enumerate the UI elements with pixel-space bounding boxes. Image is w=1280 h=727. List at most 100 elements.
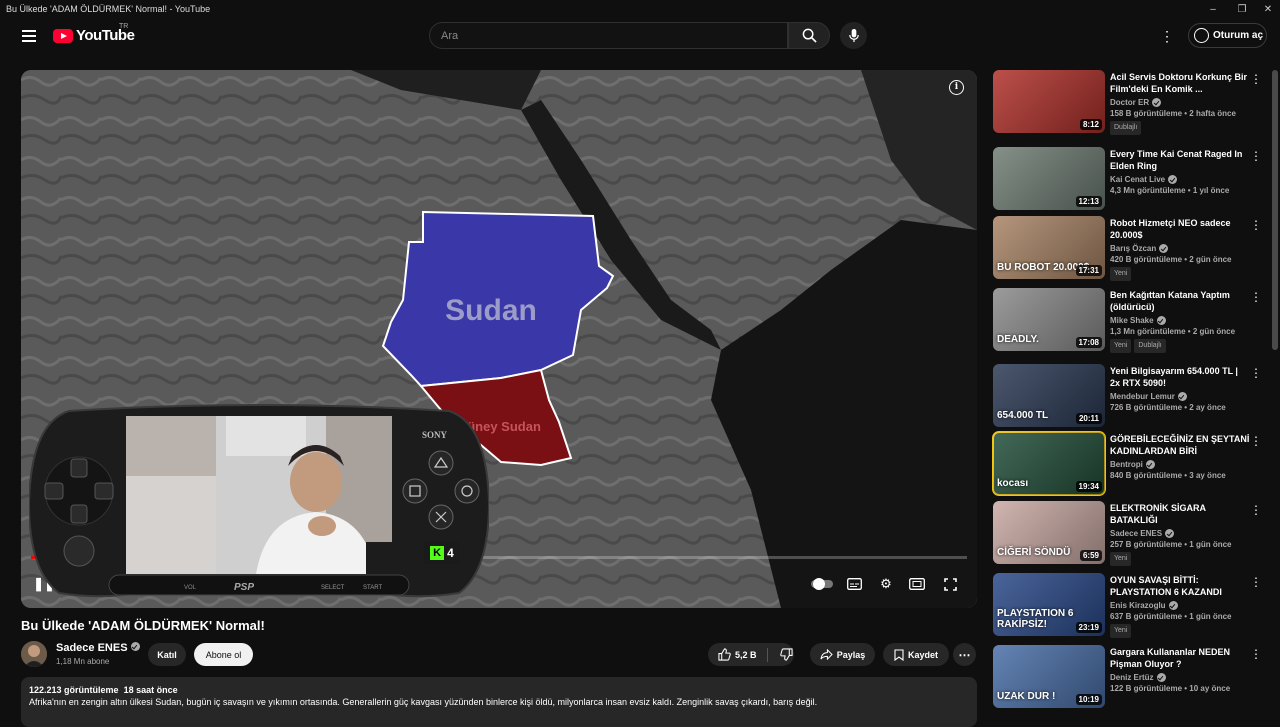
rec-duration: 19:34 (1075, 481, 1102, 492)
recommendation-item[interactable]: PLAYSTATION 6 RAKİPSİZ! 23:19 OYUN SAVAŞI … (993, 573, 1268, 639)
rec-thumbnail[interactable]: 12:13 (993, 147, 1105, 210)
rec-more-icon[interactable]: ⋮ (1250, 366, 1262, 380)
rec-thumbnail[interactable]: 654.000 TL 20:11 (993, 364, 1105, 427)
verified-icon (1168, 175, 1178, 184)
rec-age: 1 yıl önce (1192, 186, 1230, 195)
rec-meta: 257 B görüntüleme • 1 gün önce (1110, 540, 1232, 549)
rec-channel[interactable]: Kai Cenat Live (1110, 174, 1250, 185)
rec-title[interactable]: OYUN SAVAŞI BİTTİ: PLAYSTATION 6 KAZANDI (1110, 574, 1250, 598)
recommendation-item[interactable]: CİĞERİ SÖNDÜ 6:59 ELEKTRONİK SİGARA BATAKL… (993, 501, 1268, 567)
channel-avatar[interactable] (21, 641, 47, 667)
rec-channel[interactable]: Deniz Ertüz (1110, 672, 1250, 683)
menu-icon[interactable] (19, 26, 39, 46)
rec-more-icon[interactable]: ⋮ (1250, 72, 1262, 86)
rec-channel[interactable]: Bentropi (1110, 459, 1250, 470)
info-icon[interactable]: i (949, 80, 964, 95)
recommendation-item[interactable]: 12:13 Every Time Kai Cenat Raged In Elden… (993, 147, 1268, 213)
rec-thumbnail[interactable]: UZAK DUR ! 10:19 (993, 645, 1105, 708)
search-input[interactable]: Ara (429, 22, 788, 49)
share-button[interactable]: Paylaş (810, 643, 875, 666)
youtube-logo[interactable]: YouTube TR (53, 23, 135, 44)
channel-name[interactable]: Sadece ENES (56, 642, 140, 654)
rec-views: 4,3 Mn görüntüleme (1110, 186, 1186, 195)
rec-title[interactable]: Gargara Kullananlar NEDEN Pişman Oluyor … (1110, 646, 1250, 670)
rec-meta: 122 B görüntüleme • 10 ay önce (1110, 684, 1231, 693)
rec-title[interactable]: Acil Servis Doktoru Korkunç Bir Film'dek… (1110, 71, 1250, 95)
more-actions-icon[interactable]: ⋯ (953, 643, 976, 666)
rec-thumbnail[interactable]: CİĞERİ SÖNDÜ 6:59 (993, 501, 1105, 564)
rec-title[interactable]: Yeni Bilgisayarım 654.000 TL | 2x RTX 50… (1110, 365, 1250, 389)
rec-info: Ben Kağıttan Katana Yaptım (öldürücü) Mik… (1110, 289, 1250, 353)
autoplay-toggle[interactable] (810, 574, 834, 594)
settings-more-icon[interactable]: ⋮ (1160, 26, 1174, 46)
theater-mode-icon[interactable] (907, 574, 927, 594)
rec-badge: Yeni (1110, 624, 1132, 638)
rec-title[interactable]: GÖREBİLECEĞİNİZ EN ŞEYTANİ KADINLARDAN B… (1110, 433, 1250, 457)
recommendation-item[interactable]: kocası 19:34 GÖREBİLECEĞİNİZ EN ŞEYTANİ KA… (992, 431, 1268, 498)
rec-channel[interactable]: Mendebur Lemur (1110, 391, 1250, 402)
thumbnail-text: CİĞERİ SÖNDÜ (997, 547, 1071, 558)
rec-title[interactable]: Robot Hizmetçi NEO sadece 20.000$ (1110, 217, 1250, 241)
rec-more-icon[interactable]: ⋮ (1250, 149, 1262, 163)
rec-badges: Dublajlı (1110, 119, 1250, 135)
recommendation-item[interactable]: 8:12 Acil Servis Doktoru Korkunç Bir Film… (993, 70, 1268, 136)
bookmark-icon (894, 648, 904, 661)
rec-meta: 840 B görüntüleme • 3 ay önce (1110, 471, 1226, 480)
rec-title[interactable]: ELEKTRONİK SİGARA BATAKLIĞI (1110, 502, 1250, 526)
rec-badge: Yeni (1110, 339, 1132, 353)
captions-icon[interactable] (844, 574, 864, 594)
search-button[interactable] (788, 22, 830, 49)
rec-more-icon[interactable]: ⋮ (1250, 647, 1262, 661)
subscribe-button[interactable]: Abone ol (194, 643, 253, 666)
webcam-feed (126, 416, 392, 574)
rec-age: 1 gün önce (1189, 540, 1232, 549)
map-label-sudan: Sudan (445, 294, 537, 327)
youtube-play-icon (53, 28, 73, 43)
rec-channel[interactable]: Enis Kirazoglu (1110, 600, 1250, 611)
join-label: Katıl (157, 649, 177, 660)
recommendation-item[interactable]: DEADLY. 17:08 Ben Kağıttan Katana Yaptım (… (993, 288, 1268, 354)
rec-more-icon[interactable]: ⋮ (1250, 575, 1262, 589)
rec-channel[interactable]: Doctor ER (1110, 97, 1250, 108)
rec-thumbnail[interactable]: DEADLY. 17:08 (993, 288, 1105, 351)
close-icon[interactable]: ✕ (1251, 0, 1280, 18)
verified-icon (1145, 460, 1155, 469)
signin-button[interactable]: Oturum aç (1188, 23, 1267, 48)
rec-more-icon[interactable]: ⋮ (1250, 290, 1262, 304)
recommendation-item[interactable]: 654.000 TL 20:11 Yeni Bilgisayarım 654.000… (993, 364, 1268, 430)
rec-thumbnail[interactable]: BU ROBOT 20.000$ 17:31 (993, 216, 1105, 279)
rec-more-icon[interactable]: ⋮ (1250, 434, 1262, 448)
thumbs-down-icon[interactable] (779, 648, 793, 661)
join-button[interactable]: Katıl (148, 643, 186, 666)
rec-thumbnail[interactable]: 8:12 (993, 70, 1105, 133)
rec-more-icon[interactable]: ⋮ (1250, 503, 1262, 517)
recommendation-item[interactable]: BU ROBOT 20.000$ 17:31 Robot Hizmetçi NEO … (993, 216, 1268, 282)
rec-title[interactable]: Every Time Kai Cenat Raged In Elden Ring (1110, 148, 1250, 172)
rec-duration: 20:11 (1075, 413, 1102, 424)
rec-views: 726 B görüntüleme (1110, 403, 1183, 412)
rec-channel[interactable]: Sadece ENES (1110, 528, 1250, 539)
rec-duration: 17:08 (1075, 337, 1102, 348)
recommendation-item[interactable]: UZAK DUR ! 10:19 Gargara Kullananlar NEDEN… (993, 645, 1268, 711)
rec-title[interactable]: Ben Kağıttan Katana Yaptım (öldürücü) (1110, 289, 1250, 313)
rec-age: 1 gün önce (1189, 612, 1232, 621)
rec-more-icon[interactable]: ⋮ (1250, 218, 1262, 232)
like-button[interactable]: 5,2 B (718, 648, 757, 661)
rec-meta: 1,3 Mn görüntüleme • 2 gün önce (1110, 327, 1236, 336)
voice-search-button[interactable] (840, 22, 867, 49)
save-button[interactable]: Kaydet (883, 643, 949, 666)
rec-channel[interactable]: Mike Shake (1110, 315, 1250, 326)
settings-gear-icon[interactable]: ⚙ (876, 574, 896, 594)
psp-logo-text: PSP (234, 582, 254, 593)
account-icon (1194, 28, 1209, 43)
rec-thumbnail[interactable]: kocası 19:34 (992, 431, 1106, 496)
fullscreen-icon[interactable] (940, 574, 960, 594)
rec-views: 122 B görüntüleme (1110, 684, 1183, 693)
rec-channel[interactable]: Barış Özcan (1110, 243, 1250, 254)
verified-icon (1159, 244, 1169, 253)
rec-thumbnail[interactable]: PLAYSTATION 6 RAKİPSİZ! 23:19 (993, 573, 1105, 636)
scrollbar[interactable] (1272, 70, 1278, 350)
rec-channel-name: Enis Kirazoglu (1110, 601, 1166, 610)
rec-channel-name: Mendebur Lemur (1110, 392, 1175, 401)
thumbnail-text: 654.000 TL (997, 410, 1049, 421)
